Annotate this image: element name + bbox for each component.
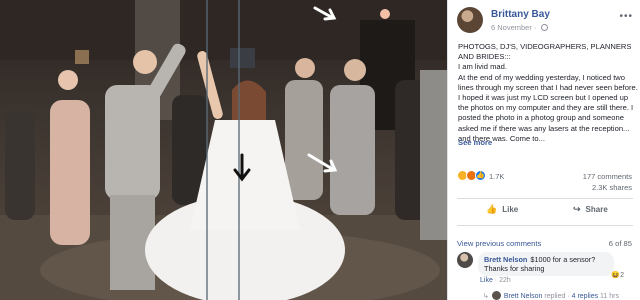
reply-time: 11 hrs — [600, 293, 619, 300]
like-reaction-icon: 👍 — [475, 170, 486, 181]
author-name[interactable]: Brittany Bay — [491, 9, 550, 20]
commenter-avatar[interactable] — [457, 252, 473, 268]
post-date[interactable]: 6 November — [491, 23, 532, 32]
post-text: PHOTOGS, DJ'S, VIDEOGRAPHERS, PLANNERS A… — [458, 42, 638, 144]
post-header: Brittany Bay 6 November · ••• — [457, 7, 637, 35]
author-avatar[interactable] — [457, 7, 483, 33]
share-count[interactable]: 2.3K shares — [592, 183, 632, 192]
commenter-name[interactable]: Brett Nelson — [484, 255, 527, 264]
comment-reaction-count: 2 — [620, 272, 624, 279]
post-text-line: I am livid mad. — [458, 62, 507, 72]
haha-reaction-icon: 😆 — [611, 272, 621, 279]
comment-actions: Like · 22h — [480, 277, 511, 284]
reply-text: replied — [544, 293, 566, 300]
reply-count: 4 replies — [571, 293, 599, 300]
reply-author: Brett Nelson — [503, 293, 543, 300]
like-thumb-icon: 👍 — [486, 204, 498, 214]
view-previous-comments-link[interactable]: View previous comments — [457, 239, 541, 248]
comment-time: 22h — [499, 277, 511, 284]
comment-bubble: Brett Nelson $1000 for a sensor? Thanks f… — [478, 252, 614, 276]
globe-icon — [540, 24, 548, 31]
replies-link[interactable]: ↳ Brett Nelson replied · 4 replies 11 hrs — [483, 291, 619, 300]
share-arrow-icon: ↪ — [573, 204, 581, 214]
divider — [457, 225, 633, 226]
post-text-line: At the end of my wedding yesterday, I no… — [458, 72, 638, 143]
post-panel: Brittany Bay 6 November · ••• PHOTOGS, D… — [447, 0, 640, 300]
wedding-photo-illustration — [0, 0, 447, 300]
share-button[interactable]: ↪ Share — [573, 204, 608, 215]
divider — [457, 198, 633, 199]
post-photo[interactable] — [0, 0, 447, 300]
post-meta: 6 November · — [491, 23, 548, 32]
share-label: Share — [585, 205, 608, 214]
comment-like-link[interactable]: Like — [480, 277, 493, 284]
like-label: Like — [502, 205, 519, 214]
reply-avatar — [491, 291, 501, 300]
see-more-link[interactable]: See more — [458, 138, 492, 147]
like-button[interactable]: 👍 Like — [486, 204, 518, 215]
comment-reactions[interactable]: 😆2 — [611, 271, 624, 279]
reaction-count: 1.7K — [489, 172, 505, 181]
comment-count[interactable]: 177 comments — [583, 172, 632, 181]
more-options-icon[interactable]: ••• — [619, 11, 633, 22]
separator: · — [533, 23, 539, 32]
separator: · — [567, 293, 570, 300]
comment-paging: 6 of 85 — [608, 239, 632, 248]
reply-arrow-icon: ↳ — [483, 293, 489, 300]
post-text-line: PHOTOGS, DJ'S, VIDEOGRAPHERS, PLANNERS A… — [458, 42, 632, 62]
